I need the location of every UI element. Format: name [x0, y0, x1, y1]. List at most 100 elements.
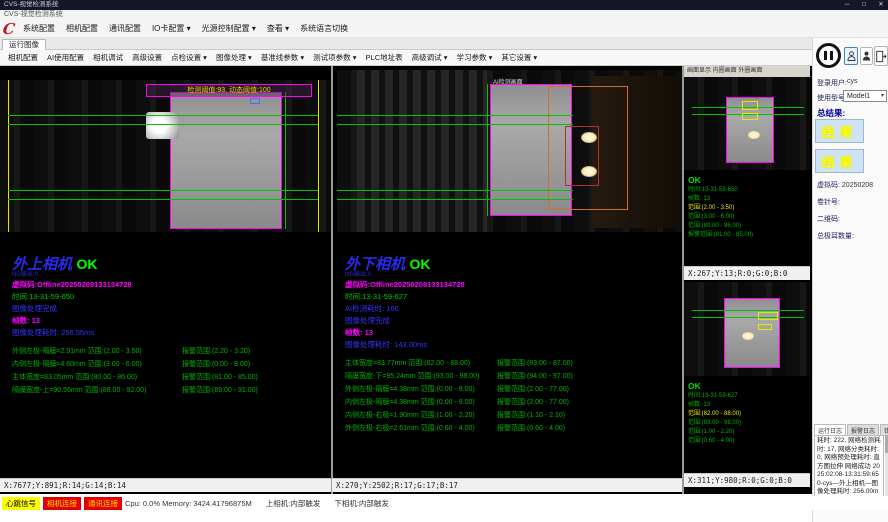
display-select-header[interactable]: 画面显示 内圈画面 外圈画面 — [684, 66, 810, 77]
tool-other-settings[interactable]: 其它设置 ▾ — [501, 52, 537, 63]
pause-button[interactable] — [816, 43, 841, 68]
connector-highlight — [146, 112, 179, 139]
tool-image-process[interactable]: 图像处理 ▾ — [216, 52, 252, 63]
measurement-value: 外侧左极-隔膜=4.38mm 范围:(0.00 - 9.00) — [345, 383, 497, 396]
toolbar: 相机配置 AI使用配置 相机调试 高级设置 点检设置 ▾ 图像处理 ▾ 基准线参… — [0, 50, 812, 66]
blue-marker-box — [250, 98, 260, 104]
tool-camera-config[interactable]: 相机配置 — [8, 52, 38, 63]
tool-plc-table[interactable]: PLC地址表 — [366, 52, 403, 63]
menu-bar: C 系统配置 相机配置 通讯配置 IO卡配置 ▾ 光源控制配置 ▾ 查看 ▾ 系… — [0, 20, 888, 38]
close-button[interactable]: ✕ — [876, 0, 886, 10]
login-user-label: 登录用户: — [817, 78, 847, 88]
measure-line — [337, 115, 573, 116]
tool-spot-check[interactable]: 点检设置 ▾ — [171, 52, 207, 63]
edge-line-right — [318, 80, 319, 232]
measurement-list: 主体宽度=83.77mm 范围:(82.00 - 88.00)报警范围:(83.… — [345, 357, 680, 435]
tool-baseline-params[interactable]: 基准线参数 ▾ — [261, 52, 304, 63]
user-switch-button[interactable] — [860, 47, 873, 65]
result-block-inner-upper: OK 时间:13-31-59-650 帧数: 13 范围:(2.00 - 3.5… — [688, 174, 808, 240]
camera-view-outer-upper[interactable]: 检测阈值:93, 动态阈值:100 — [0, 80, 331, 232]
menu-view[interactable]: 查看 ▾ — [267, 23, 289, 34]
alarm-range: 报警范围:(83.00 - 87.00) — [497, 357, 573, 370]
info-line: 报警范围:(81.00 - 85.00) — [688, 231, 808, 240]
measurement-list: 外侧左极-隔膜=2.91mm 范围:(2.00 - 3.50)报警范围:(2.2… — [12, 345, 330, 397]
user-login-button[interactable] — [844, 47, 858, 65]
ai-view-label: AI检测画面 — [493, 77, 523, 86]
time-line: 时间:13-31-59-627 — [345, 291, 680, 303]
info-line: 帧数: 13 — [688, 195, 808, 204]
menu-light-config[interactable]: 光源控制配置 ▾ — [202, 23, 256, 34]
menu-camera-config[interactable]: 相机配置 — [66, 23, 98, 34]
info-line: 帧数: 13 — [688, 401, 808, 410]
tab-run-image[interactable]: 运行图像 — [2, 39, 46, 50]
user-icon — [862, 50, 871, 62]
led-highlight — [748, 131, 760, 139]
chevron-down-icon: ▾ — [881, 91, 884, 102]
virtual-code-row: 虚拟码: 20250208 — [817, 180, 873, 190]
user-icon — [847, 50, 856, 62]
measure-line — [692, 317, 804, 318]
alarm-range: 报警范围:(81.00 - 85.00) — [182, 371, 258, 384]
tool-ai-config[interactable]: AI使用配置 — [47, 52, 84, 63]
log-text-area[interactable]: 耗时: 222, 网络检测耗时: 17, 网络分类耗时: 0, 网络预处理耗时:… — [814, 435, 884, 501]
upper-camera-trigger-status: 上相机:内部触发 — [266, 498, 321, 509]
camera-view-inner-upper[interactable] — [684, 77, 810, 170]
window-title: CVS-视觉检测系统 — [4, 0, 59, 10]
camera-view-inner-lower[interactable] — [684, 282, 810, 376]
panel-divider — [331, 66, 333, 494]
measurement-row: 内侧左极-右极=1.90mm 范围:(1.00 - 2.20)报警范围:(1.1… — [345, 409, 680, 422]
minimize-button[interactable]: ─ — [842, 0, 852, 10]
result-block-outer-lower: 外下相机 OK NG输出:0 虚拟码:Offline20250208133134… — [345, 256, 680, 435]
led-highlight — [581, 132, 597, 143]
barcode-line: 虚拟码:Offline20250208133134728 — [12, 279, 330, 291]
edge-line-left — [8, 80, 9, 232]
process-time-line: 图像处理耗时: 143.00ms — [345, 339, 680, 351]
pixel-coordinate-bar: X:267;Y:13;R:0;G:0;B:0 — [684, 266, 810, 280]
measurement-value: 外侧左极-隔膜=2.91mm 范围:(2.00 - 3.50) — [12, 345, 182, 358]
process-done-line: 图像处理完成 — [12, 303, 330, 315]
measure-line — [8, 190, 318, 191]
barcode-line: 虚拟码:Offline20250208133134728 — [345, 279, 680, 291]
info-line: 范围:(0.60 - 4.00) — [688, 437, 808, 446]
virtual-code-label: 虚拟码: — [817, 182, 840, 189]
tool-camera-debug[interactable]: 相机调试 — [93, 52, 123, 63]
pixel-coordinate-bar: X:311;Y:980;R:0;G:0;B:0 — [684, 473, 810, 487]
info-line: 范围:(82.00 - 88.00) — [688, 410, 808, 419]
time-line: 时间:13-31-59-650 — [12, 291, 330, 303]
measurement-value: 主体宽度=83.77mm 范围:(82.00 - 88.00) — [345, 357, 497, 370]
pixel-coordinate-bar: X:7677;Y:891;R:14;G:14;B:14 — [0, 478, 331, 492]
battery-cell-region — [170, 92, 282, 229]
camera-view-outer-lower[interactable]: AI检测画面 — [337, 70, 682, 232]
tool-learn-params[interactable]: 学习参数 ▾ — [456, 52, 492, 63]
tool-advanced-settings[interactable]: 高级设置 — [132, 52, 162, 63]
measurement-row: 内侧左极-隔膜=4.60mm 范围:(3.00 - 6.00)报警范围:(0.0… — [12, 358, 330, 371]
measurement-row: 隔膜宽度-下=95.24mm 范围:(93.00 - 98.00)报警范围:(9… — [345, 370, 680, 383]
tool-test-params[interactable]: 测试项参数 ▾ — [313, 52, 356, 63]
camera-name: 外上相机 — [12, 256, 72, 272]
menu-comm-config[interactable]: 通讯配置 — [109, 23, 141, 34]
maximize-button[interactable]: □ — [859, 0, 869, 10]
menu-language[interactable]: 系统语言切换 — [300, 23, 348, 34]
status-bar: 心跳信号 相机连接 通讯连接 Cpu: 0.0% Memory: 3424.41… — [0, 496, 888, 510]
logout-button[interactable] — [874, 46, 888, 66]
result-ok: OK — [76, 256, 97, 272]
login-user-value: cys — [847, 78, 858, 85]
window-controls: ─ □ ✕ — [842, 0, 886, 10]
menu-io-config[interactable]: IO卡配置 ▾ — [152, 23, 191, 34]
led-highlight — [581, 166, 597, 177]
model-select[interactable]: Model1 ▾ — [843, 90, 887, 102]
info-line: 范围:(80.00 - 86.00) — [688, 222, 808, 231]
measurement-value: 外侧左极-右极=2.61mm 范围:(0.60 - 4.00) — [345, 422, 497, 435]
comm-connect-badge: 通讯连接 — [84, 497, 122, 510]
measure-line — [337, 199, 573, 200]
measurement-row: 主体宽度=83.77mm 范围:(82.00 - 88.00)报警范围:(83.… — [345, 357, 680, 370]
alarm-range: 报警范围:(0.00 - 8.00) — [182, 358, 250, 371]
tab-marker-box — [742, 113, 758, 120]
app-window: CVS-视觉检测系统 ─ □ ✕ CVS-视觉检测系统 C 系统配置 相机配置 … — [0, 0, 888, 522]
virtual-code-value: 20250208 — [842, 182, 873, 189]
measure-line — [8, 199, 318, 200]
measurement-row: 主体宽度=83.05mm 范围:(80.00 - 86.00)报警范围:(81.… — [12, 371, 330, 384]
info-line: 范围:(1.00 - 2.20) — [688, 428, 808, 437]
tool-advanced-debug[interactable]: 高级调试 ▾ — [412, 52, 448, 63]
menu-system-config[interactable]: 系统配置 — [23, 23, 55, 34]
